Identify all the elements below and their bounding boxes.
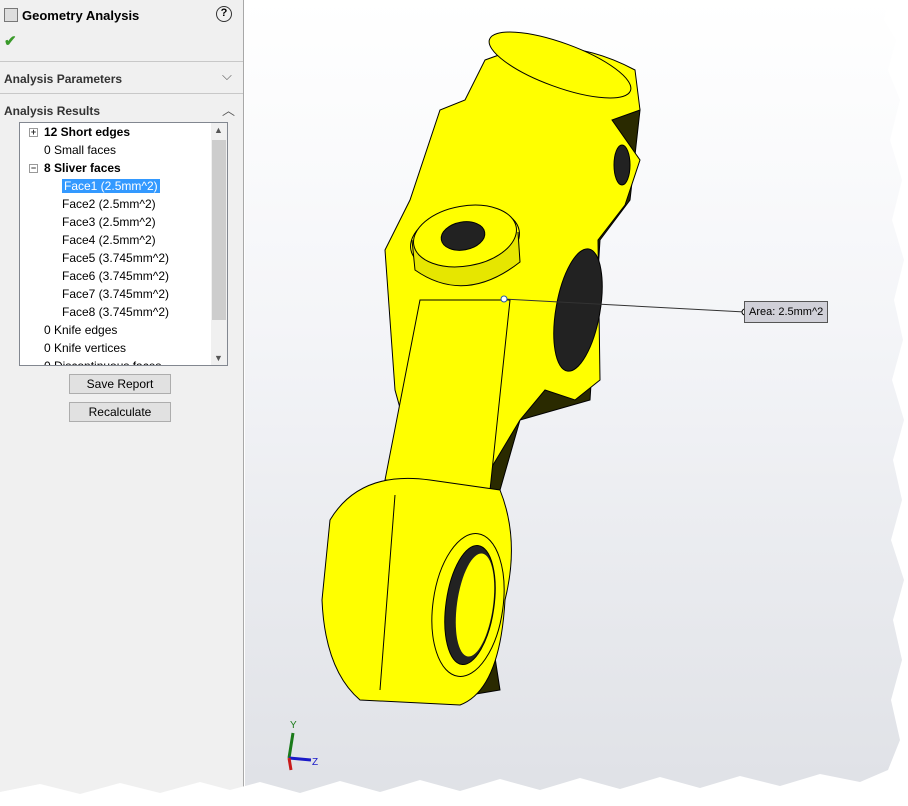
scroll-down-icon[interactable]: ▼ xyxy=(214,353,223,363)
tree-item[interactable]: Face6 (3.745mm^2) xyxy=(62,267,169,285)
graphics-viewport[interactable]: Y Z xyxy=(245,0,908,803)
tree-item[interactable]: +12 Short edges xyxy=(29,123,131,141)
orientation-triad xyxy=(287,732,312,771)
ok-checkmark-icon[interactable]: ✔ xyxy=(4,32,17,50)
scroll-up-icon[interactable]: ▲ xyxy=(214,125,223,135)
area-callout: Area: 2.5mm^2 xyxy=(744,301,829,323)
tree-item-label: Face2 (2.5mm^2) xyxy=(62,197,156,211)
tree-item[interactable]: Face5 (3.745mm^2) xyxy=(62,249,169,267)
tree-item-label: Face5 (3.745mm^2) xyxy=(62,251,170,265)
results-tree[interactable]: +12 Short edges 0 Small faces −8 Sliver fa… xyxy=(19,122,228,366)
section-analysis-parameters[interactable]: Analysis Parameters ⌵ xyxy=(0,62,243,94)
save-report-button[interactable]: Save Report xyxy=(69,374,171,394)
recalculate-button[interactable]: Recalculate xyxy=(69,402,171,422)
tree-item-label: Face6 (3.745mm^2) xyxy=(62,269,170,283)
tree-item[interactable]: Face8 (3.745mm^2) xyxy=(62,303,169,321)
help-icon[interactable]: ? xyxy=(216,6,232,22)
property-manager-panel: Geometry Analysis ? ✔ Analysis Parameter… xyxy=(0,0,244,794)
geometry-analysis-icon xyxy=(4,8,18,22)
tree-item[interactable]: 0 Discontinuous faces xyxy=(44,357,162,366)
tree-item[interactable]: 0 Knife edges xyxy=(44,321,117,339)
part-model[interactable]: Y Z xyxy=(245,0,908,803)
tree-item[interactable]: Face2 (2.5mm^2) xyxy=(62,195,156,213)
tree-item-label: Face3 (2.5mm^2) xyxy=(62,215,156,229)
tree-item-label: 12 Short edges xyxy=(44,125,131,139)
chevron-up-icon: ︿ xyxy=(222,103,236,118)
tree-item[interactable]: Face3 (2.5mm^2) xyxy=(62,213,156,231)
tree-item[interactable]: 0 Knife vertices xyxy=(44,339,126,357)
tree-item-label: 8 Sliver faces xyxy=(44,161,121,175)
chevron-down-icon: ⌵ xyxy=(222,68,232,83)
tree-item[interactable]: −8 Sliver faces xyxy=(29,159,121,177)
tree-item[interactable]: Face4 (2.5mm^2) xyxy=(62,231,156,249)
scrollbar-thumb[interactable] xyxy=(212,140,226,320)
expand-icon[interactable]: + xyxy=(29,128,38,137)
tree-item-label: Face1 (2.5mm^2) xyxy=(62,179,160,193)
tree-item-label: Face4 (2.5mm^2) xyxy=(62,233,156,247)
triad-z-label: Z xyxy=(312,757,318,768)
collapse-icon[interactable]: − xyxy=(29,164,38,173)
tree-item-label: Face7 (3.745mm^2) xyxy=(62,287,170,301)
panel-title: Geometry Analysis xyxy=(22,8,140,23)
tree-item[interactable]: Face7 (3.745mm^2) xyxy=(62,285,169,303)
panel-header: Geometry Analysis ? ✔ xyxy=(0,0,243,62)
tree-scrollbar[interactable]: ▲ ▼ xyxy=(211,123,227,365)
tree-item-label: 0 Small faces xyxy=(44,143,117,157)
tree-item[interactable]: 0 Small faces xyxy=(44,141,116,159)
tree-item[interactable]: Face1 (2.5mm^2) xyxy=(62,177,160,195)
tree-item-label: 0 Knife edges xyxy=(44,323,118,337)
triad-y-label: Y xyxy=(290,720,297,731)
tree-item-label: 0 Knife vertices xyxy=(44,341,127,355)
tree-item-label: 0 Discontinuous faces xyxy=(44,359,162,366)
tree-item-label: Face8 (3.745mm^2) xyxy=(62,305,170,319)
